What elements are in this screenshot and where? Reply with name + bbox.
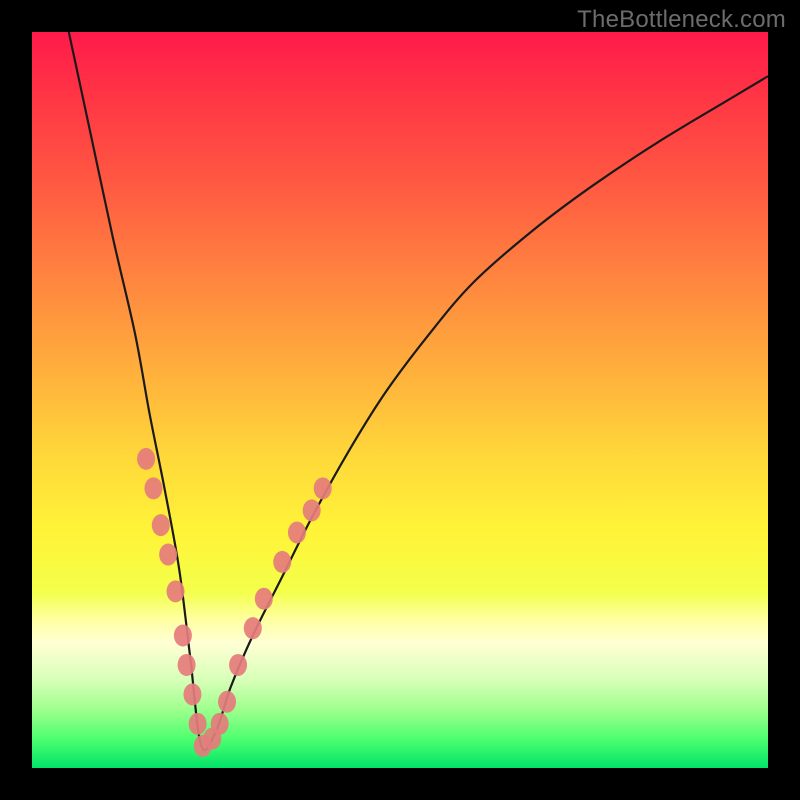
sample-dot [244, 617, 262, 639]
bottleneck-curve [69, 32, 768, 750]
sample-dot [314, 477, 332, 499]
sample-dot [189, 713, 207, 735]
sample-dot [178, 654, 196, 676]
sample-dot [137, 448, 155, 470]
chart-svg [32, 32, 768, 768]
sample-dot [144, 477, 162, 499]
sample-dot [167, 580, 185, 602]
sample-dot [255, 588, 273, 610]
sample-dot [273, 551, 291, 573]
sample-dot [303, 499, 321, 521]
sample-dot [159, 544, 177, 566]
sample-dot [183, 683, 201, 705]
sample-dot [174, 625, 192, 647]
sample-dot [288, 521, 306, 543]
plot-area [32, 32, 768, 768]
sample-dot [211, 713, 229, 735]
chart-frame: TheBottleneck.com [0, 0, 800, 800]
sample-dot [229, 654, 247, 676]
sample-dot [218, 691, 236, 713]
watermark-text: TheBottleneck.com [577, 6, 786, 34]
sample-dot [152, 514, 170, 536]
